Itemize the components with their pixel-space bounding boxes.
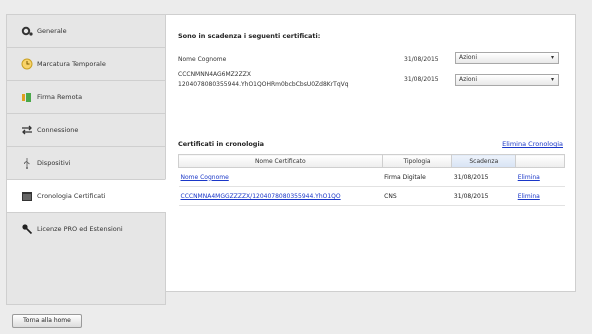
sidebar-item-licenze-pro[interactable]: Licenze PRO ed Estensioni xyxy=(6,212,166,245)
sidebar-item-dispositivi[interactable]: Dispositivi xyxy=(6,146,166,179)
keys-icon xyxy=(21,223,33,235)
history-title: Certificati in cronologia xyxy=(178,140,265,148)
sidebar-item-generale[interactable]: Generale xyxy=(6,14,166,47)
content-panel: Sono in scadenza i seguenti certificati:… xyxy=(165,14,576,292)
column-header-name[interactable]: Nome Certificato xyxy=(178,154,383,168)
expiring-cert-serial: 1204078080355944.YhO1QOHRm0bcbCbsU0Zd8Kr… xyxy=(178,81,349,88)
certificate-history-table: Nome Certificato Tipologia Scadenza Nome… xyxy=(178,154,565,206)
expiring-cert-name: CCCNMNN4AG6MZ2ZZX xyxy=(178,71,251,78)
column-header-action xyxy=(515,154,565,168)
delete-link[interactable]: Elimina xyxy=(518,193,540,200)
expiring-cert-date: 31/08/2015 xyxy=(404,56,439,63)
sidebar-item-label: Firma Remota xyxy=(37,93,83,101)
gears-icon xyxy=(21,25,33,37)
clock-icon xyxy=(21,58,33,70)
expiring-cert-name: Nome Cognome xyxy=(178,56,227,63)
sidebar-item-cronologia-certificati[interactable]: Cronologia Certificati xyxy=(6,179,166,212)
clear-history-link[interactable]: Elimina Cronologia xyxy=(502,140,563,148)
cert-type: Firma Digitale xyxy=(382,167,452,187)
cert-name-link[interactable]: Nome Cognome xyxy=(181,174,229,181)
back-home-button[interactable]: Torna alla home xyxy=(12,314,82,328)
cert-expiry: 31/08/2015 xyxy=(451,167,516,187)
sidebar-item-firma-remota[interactable]: Firma Remota xyxy=(6,80,166,113)
sidebar-item-label: Generale xyxy=(37,27,67,35)
actions-dropdown-value: Azioni xyxy=(459,76,478,83)
table-row: CCCNMNA4MGGZZZZX/1204078080355944.YhO1QO… xyxy=(178,186,565,206)
calendar-icon xyxy=(21,190,33,202)
delete-link[interactable]: Elimina xyxy=(518,174,540,181)
column-header-type[interactable]: Tipologia xyxy=(381,154,453,168)
expiring-title: Sono in scadenza i seguenti certificati: xyxy=(178,32,321,40)
expiring-cert-date: 31/08/2015 xyxy=(404,76,439,83)
sidebar-item-label: Marcatura Temporale xyxy=(37,60,106,68)
sidebar-filler xyxy=(6,245,166,305)
usb-icon xyxy=(21,157,33,169)
sidebar-item-label: Connessione xyxy=(37,126,79,134)
sidebar-item-connessione[interactable]: Connessione xyxy=(6,113,166,146)
actions-dropdown[interactable]: Azioni ▾ xyxy=(455,52,559,64)
table-header-row: Nome Certificato Tipologia Scadenza xyxy=(178,154,565,168)
actions-dropdown[interactable]: Azioni ▾ xyxy=(455,74,559,86)
connection-arrows-icon xyxy=(21,124,33,136)
actions-dropdown-value: Azioni xyxy=(459,54,478,61)
settings-sidebar: Generale Marcatura Temporale Firma Remot… xyxy=(6,14,166,305)
sidebar-item-label: Licenze PRO ed Estensioni xyxy=(37,225,123,233)
chevron-down-icon: ▾ xyxy=(550,76,554,83)
sidebar-item-label: Cronologia Certificati xyxy=(37,192,106,200)
cert-name-link[interactable]: CCCNMNA4MGGZZZZX/1204078080355944.YhO1QO xyxy=(181,193,341,200)
column-header-expiry[interactable]: Scadenza xyxy=(451,154,517,168)
cert-expiry: 31/08/2015 xyxy=(451,186,516,206)
remote-signature-icon xyxy=(21,91,33,103)
sidebar-item-label: Dispositivi xyxy=(37,159,71,167)
cert-type: CNS xyxy=(382,186,452,206)
table-row: Nome Cognome Firma Digitale 31/08/2015 E… xyxy=(178,167,565,187)
sidebar-item-marcatura-temporale[interactable]: Marcatura Temporale xyxy=(6,47,166,80)
chevron-down-icon: ▾ xyxy=(550,54,554,61)
